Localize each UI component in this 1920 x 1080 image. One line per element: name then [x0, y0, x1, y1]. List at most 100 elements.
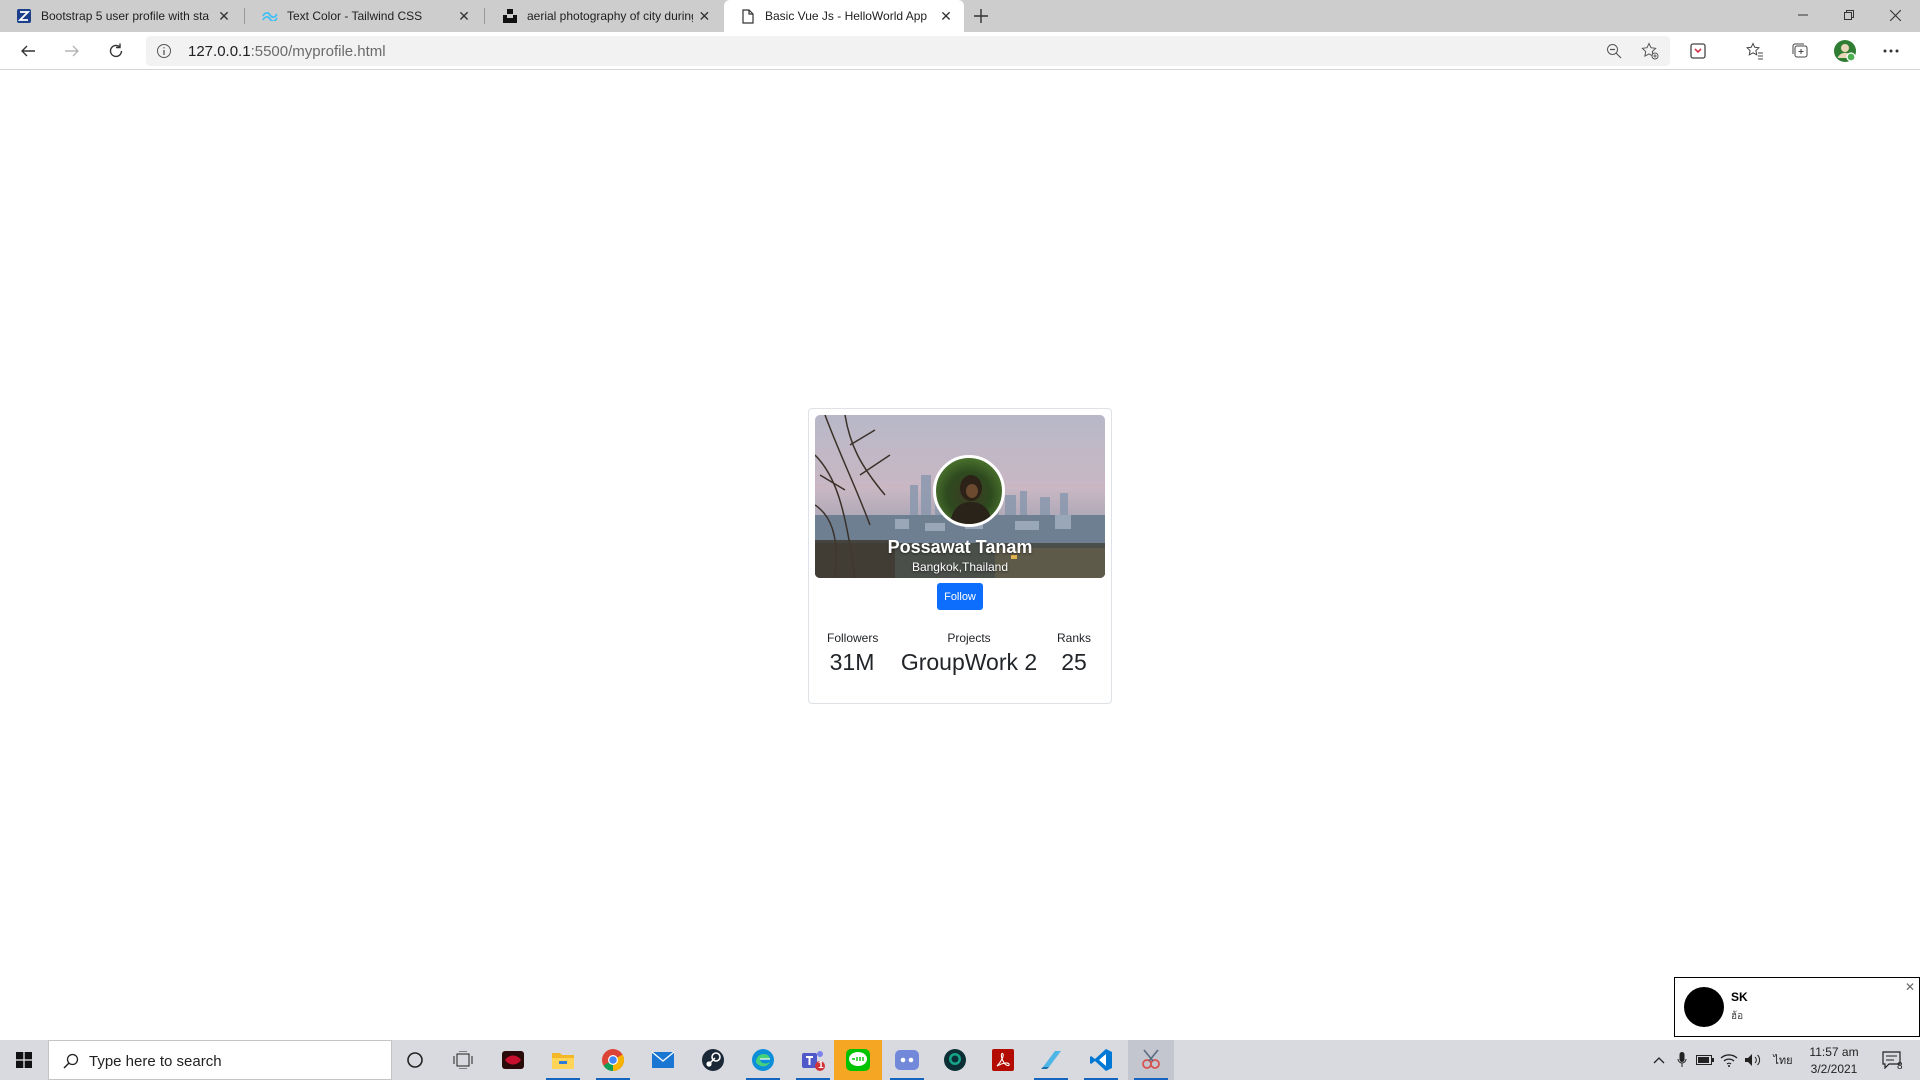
minimize-icon: [1798, 14, 1808, 16]
stat-label: Projects: [947, 631, 991, 645]
close-icon: [1889, 9, 1901, 21]
taskbar: Type here to search 1 ไทย 11:57 am 3/2/2…: [0, 1040, 1920, 1080]
edge-icon[interactable]: [740, 1040, 786, 1080]
volume-icon[interactable]: [1742, 1040, 1764, 1080]
snipping-tool-icon[interactable]: [1128, 1040, 1174, 1080]
clock-time: 11:57 am: [1809, 1045, 1859, 1059]
clock-date: 3/2/2021: [1810, 1062, 1858, 1076]
action-center-button[interactable]: 8: [1872, 1040, 1912, 1080]
new-tab-button[interactable]: [967, 4, 995, 28]
reload-button[interactable]: [102, 37, 130, 65]
windows-logo-icon: [16, 1052, 32, 1068]
steam-icon[interactable]: [690, 1040, 736, 1080]
close-notification-icon[interactable]: ✕: [1905, 980, 1915, 994]
profile-card: Possawat Tanam Bangkok,Thailand Follow F…: [808, 408, 1112, 704]
battery-icon[interactable]: [1694, 1040, 1716, 1080]
tab-bootstrap-profile[interactable]: Bootstrap 5 user profile with sta ✕: [0, 0, 242, 32]
notification-count: 8: [1897, 1061, 1903, 1072]
plus-icon: [974, 9, 988, 23]
task-view-icon[interactable]: [440, 1040, 486, 1080]
clock[interactable]: 11:57 am 3/2/2021: [1804, 1044, 1864, 1078]
zen-logo-icon: [16, 8, 32, 24]
tailwind-logo-icon: [262, 8, 278, 24]
address-bar[interactable]: 127.0.0.1:5500/myprofile.html: [146, 36, 1670, 66]
arrow-right-icon: [65, 45, 79, 57]
page-icon: [740, 8, 756, 24]
profile-avatar[interactable]: [1831, 37, 1859, 65]
tab-tailwind-text-color[interactable]: Text Color - Tailwind CSS ✕: [246, 0, 482, 32]
zoom-out-icon[interactable]: [1604, 41, 1624, 61]
notification-toast[interactable]: SK ฮ้อ ✕: [1674, 977, 1920, 1037]
notification-title: SK: [1731, 990, 1748, 1004]
url-path: :5500/myprofile.html: [250, 43, 386, 60]
close-tab-icon[interactable]: ✕: [212, 4, 236, 28]
unsplash-logo-icon: [502, 8, 518, 24]
file-explorer-icon[interactable]: [540, 1040, 586, 1080]
forward-button[interactable]: [58, 37, 86, 65]
taskbar-search-box[interactable]: Type here to search: [48, 1040, 392, 1080]
browser-toolbar: 127.0.0.1:5500/myprofile.html: [0, 32, 1920, 70]
discord-icon[interactable]: [884, 1040, 930, 1080]
restore-button[interactable]: [1826, 0, 1872, 30]
stat-value: 31M: [829, 649, 875, 675]
close-tab-icon[interactable]: ✕: [934, 4, 958, 28]
restore-icon: [1844, 10, 1854, 20]
teams-badge: 1: [818, 1060, 824, 1071]
sender-avatar: [1684, 987, 1724, 1027]
teams-icon[interactable]: 1: [790, 1040, 836, 1080]
stat-label: Followers: [827, 631, 879, 645]
notification-message: ฮ้อ: [1731, 1011, 1744, 1022]
avatar: [933, 455, 1005, 527]
more-options-icon[interactable]: [1877, 37, 1905, 65]
favorites-icon[interactable]: [1741, 37, 1769, 65]
tab-vue-helloworld[interactable]: Basic Vue Js - HelloWorld App ✕: [724, 0, 964, 32]
game-launcher-icon[interactable]: [490, 1040, 536, 1080]
tab-separator: [484, 8, 485, 24]
close-window-button[interactable]: [1872, 0, 1918, 30]
collections-icon[interactable]: [1786, 37, 1814, 65]
acrobat-icon[interactable]: [980, 1040, 1026, 1080]
reload-icon: [109, 43, 123, 58]
tab-label: Bootstrap 5 user profile with sta: [41, 9, 210, 23]
search-placeholder: Type here to search: [89, 1053, 222, 1070]
info-icon[interactable]: [156, 43, 172, 59]
url-host: 127.0.0.1: [188, 43, 251, 60]
tab-label: Basic Vue Js - HelloWorld App: [765, 9, 928, 23]
gitkraken-icon[interactable]: [932, 1040, 978, 1080]
tab-label: Text Color - Tailwind CSS: [287, 9, 423, 23]
close-tab-icon[interactable]: ✕: [452, 4, 476, 28]
stat-ranks: Ranks 25: [1049, 631, 1099, 676]
stat-value: 25: [1061, 649, 1087, 675]
start-button[interactable]: [0, 1040, 48, 1080]
show-hidden-icons-button[interactable]: [1648, 1040, 1670, 1080]
follow-button[interactable]: Follow: [937, 583, 983, 610]
cover-photo: Possawat Tanam Bangkok,Thailand: [815, 415, 1105, 578]
tab-label: aerial photography of city during: [527, 9, 693, 23]
stat-label: Ranks: [1056, 631, 1091, 645]
tab-strip: Bootstrap 5 user profile with sta ✕ Text…: [0, 0, 1920, 32]
minimize-button[interactable]: [1780, 0, 1826, 30]
stat-followers: Followers 31M: [827, 631, 879, 676]
add-favorite-icon[interactable]: [1640, 41, 1660, 61]
arrow-left-icon: [21, 45, 35, 57]
notepad-icon[interactable]: [1028, 1040, 1074, 1080]
tab-aerial-photography[interactable]: aerial photography of city during ✕: [486, 0, 722, 32]
profile-location: Bangkok,Thailand: [911, 560, 1009, 574]
microphone-icon[interactable]: [1672, 1040, 1692, 1080]
vscode-icon[interactable]: [1078, 1040, 1124, 1080]
input-language-indicator[interactable]: ไทย: [1768, 1040, 1798, 1080]
mail-icon[interactable]: [640, 1040, 686, 1080]
cortana-icon[interactable]: [392, 1040, 438, 1080]
chrome-icon[interactable]: [590, 1040, 636, 1080]
profile-name: Possawat Tanam: [887, 537, 1033, 557]
close-tab-icon[interactable]: ✕: [693, 4, 716, 28]
back-button[interactable]: [14, 37, 42, 65]
wifi-icon[interactable]: [1718, 1040, 1740, 1080]
chevron-up-icon: [1653, 1057, 1665, 1064]
search-icon: [63, 1053, 79, 1069]
url-text[interactable]: 127.0.0.1:5500/myprofile.html: [188, 43, 386, 60]
stat-value: GroupWork 2: [900, 649, 1038, 675]
tab-separator: [244, 8, 245, 24]
line-icon[interactable]: [834, 1040, 882, 1080]
pocket-extension-icon[interactable]: [1684, 37, 1712, 65]
